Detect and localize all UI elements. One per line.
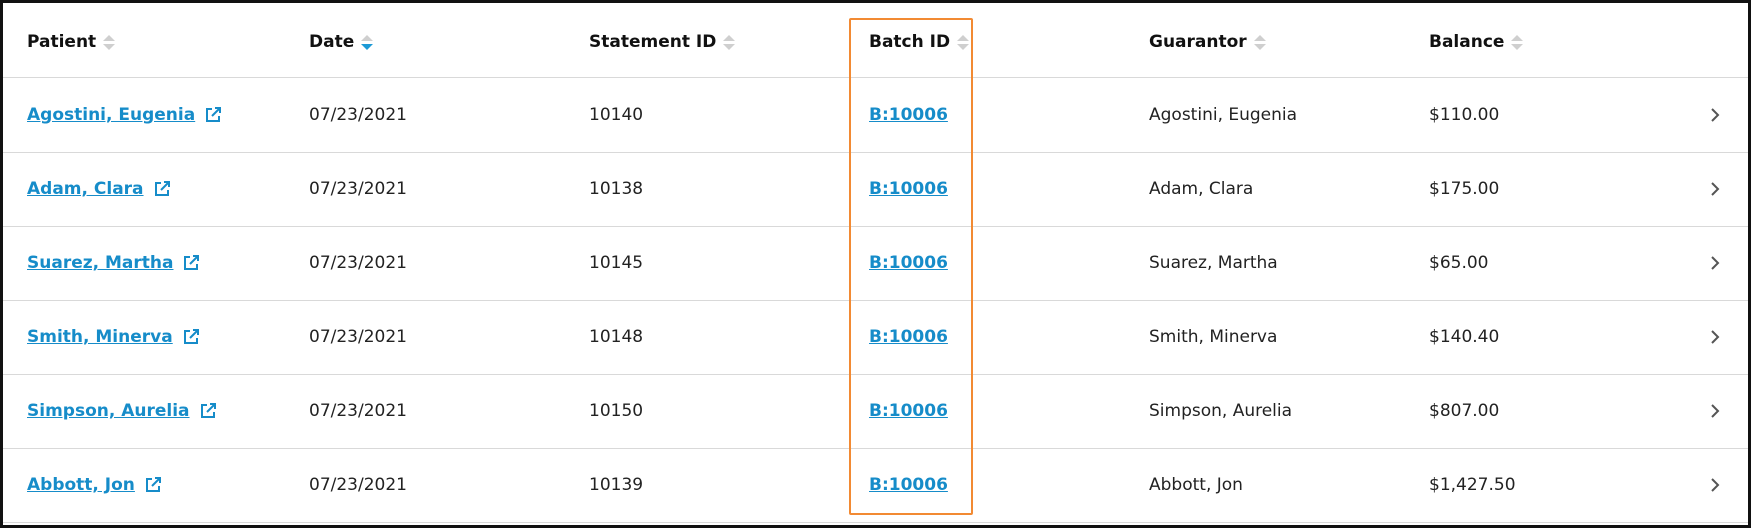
table-header: Patient Date Statement ID Batch ID Guara… bbox=[3, 3, 1748, 78]
sort-icon[interactable] bbox=[103, 34, 116, 50]
patient-link[interactable]: Simpson, Aurelia bbox=[27, 401, 190, 421]
patient-cell: Suarez, Martha bbox=[27, 226, 201, 300]
table-row[interactable]: Adam, Clara 07/23/2021 10138 B:10006 Adam, C… bbox=[3, 152, 1748, 227]
batch-id-cell: B:10006 bbox=[869, 78, 948, 152]
patient-cell: Agostini, Eugenia bbox=[27, 78, 223, 152]
date-cell: 07/23/2021 bbox=[309, 401, 407, 421]
table-row[interactable]: Smith, Minerva 07/23/2021 10148 B:10006 Smit… bbox=[3, 300, 1748, 375]
statements-table: Patient Date Statement ID Batch ID Guara… bbox=[0, 0, 1751, 528]
balance-cell: $65.00 bbox=[1429, 253, 1489, 273]
statement-id-cell: 10138 bbox=[589, 179, 644, 199]
guarantor-cell: Adam, Clara bbox=[1149, 179, 1254, 199]
date-cell: 07/23/2021 bbox=[309, 105, 407, 125]
guarantor-cell: Suarez, Martha bbox=[1149, 253, 1278, 273]
column-header-guarantor[interactable]: Guarantor bbox=[1149, 29, 1266, 55]
patient-link[interactable]: Suarez, Martha bbox=[27, 253, 173, 273]
guarantor-cell: Simpson, Aurelia bbox=[1149, 401, 1293, 421]
external-link-icon[interactable] bbox=[143, 475, 163, 495]
patient-cell: Adam, Clara bbox=[27, 152, 172, 226]
patient-link[interactable]: Agostini, Eugenia bbox=[27, 105, 195, 125]
external-link-icon[interactable] bbox=[203, 105, 223, 125]
batch-id-cell: B:10006 bbox=[869, 374, 948, 448]
batch-id-link[interactable]: B:10006 bbox=[869, 327, 948, 347]
batch-id-cell: B:10006 bbox=[869, 152, 948, 226]
chevron-right-icon[interactable] bbox=[1706, 475, 1724, 495]
table-row[interactable]: Abbott, Jon 07/23/2021 10139 B:10006 Abbott,… bbox=[3, 448, 1748, 523]
batch-id-cell: B:10006 bbox=[869, 226, 948, 300]
patient-link[interactable]: Adam, Clara bbox=[27, 179, 144, 199]
patient-link[interactable]: Abbott, Jon bbox=[27, 475, 135, 495]
patient-cell: Smith, Minerva bbox=[27, 300, 201, 374]
guarantor-cell: Agostini, Eugenia bbox=[1149, 105, 1298, 125]
statement-id-cell: 10150 bbox=[589, 401, 644, 421]
sort-icon[interactable] bbox=[1511, 34, 1524, 50]
external-link-icon[interactable] bbox=[198, 401, 218, 421]
date-cell: 07/23/2021 bbox=[309, 475, 407, 495]
chevron-right-icon[interactable] bbox=[1706, 253, 1724, 273]
table-row[interactable]: Simpson, Aurelia 07/23/2021 10150 B:10006 Si… bbox=[3, 374, 1748, 449]
chevron-right-icon[interactable] bbox=[1706, 327, 1724, 347]
batch-id-link[interactable]: B:10006 bbox=[869, 401, 948, 421]
external-link-icon[interactable] bbox=[152, 179, 172, 199]
chevron-right-icon[interactable] bbox=[1706, 105, 1724, 125]
balance-cell: $1,427.50 bbox=[1429, 475, 1516, 495]
statement-id-cell: 10140 bbox=[589, 105, 644, 125]
guarantor-cell: Abbott, Jon bbox=[1149, 475, 1243, 495]
sort-icon[interactable] bbox=[957, 34, 970, 50]
column-header-balance[interactable]: Balance bbox=[1429, 29, 1524, 55]
sort-icon[interactable] bbox=[723, 34, 736, 50]
date-cell: 07/23/2021 bbox=[309, 327, 407, 347]
external-link-icon[interactable] bbox=[181, 253, 201, 273]
sort-descending-icon[interactable] bbox=[361, 34, 374, 50]
guarantor-cell: Smith, Minerva bbox=[1149, 327, 1278, 347]
balance-cell: $140.40 bbox=[1429, 327, 1500, 347]
patient-cell: Simpson, Aurelia bbox=[27, 374, 218, 448]
patient-link[interactable]: Smith, Minerva bbox=[27, 327, 173, 347]
batch-id-link[interactable]: B:10006 bbox=[869, 105, 948, 125]
statement-id-cell: 10139 bbox=[589, 475, 644, 495]
date-cell: 07/23/2021 bbox=[309, 179, 407, 199]
column-header-statement-id[interactable]: Statement ID bbox=[589, 29, 736, 55]
batch-id-link[interactable]: B:10006 bbox=[869, 475, 948, 495]
sort-icon[interactable] bbox=[1253, 34, 1266, 50]
column-header-date[interactable]: Date bbox=[309, 29, 374, 55]
balance-cell: $175.00 bbox=[1429, 179, 1500, 199]
chevron-right-icon[interactable] bbox=[1706, 179, 1724, 199]
batch-id-cell: B:10006 bbox=[869, 448, 948, 522]
balance-cell: $110.00 bbox=[1429, 105, 1500, 125]
column-header-patient[interactable]: Patient bbox=[27, 29, 116, 55]
column-header-batch-id[interactable]: Batch ID bbox=[869, 29, 970, 55]
date-cell: 07/23/2021 bbox=[309, 253, 407, 273]
external-link-icon[interactable] bbox=[181, 327, 201, 347]
statement-id-cell: 10148 bbox=[589, 327, 644, 347]
patient-cell: Abbott, Jon bbox=[27, 448, 163, 522]
balance-cell: $807.00 bbox=[1429, 401, 1500, 421]
table-row[interactable]: Agostini, Eugenia 07/23/2021 10140 B:10006 A… bbox=[3, 78, 1748, 153]
statement-id-cell: 10145 bbox=[589, 253, 644, 273]
chevron-right-icon[interactable] bbox=[1706, 401, 1724, 421]
batch-id-link[interactable]: B:10006 bbox=[869, 179, 948, 199]
batch-id-cell: B:10006 bbox=[869, 300, 948, 374]
batch-id-link[interactable]: B:10006 bbox=[869, 253, 948, 273]
table-row[interactable]: Suarez, Martha 07/23/2021 10145 B:10006 Suar… bbox=[3, 226, 1748, 301]
